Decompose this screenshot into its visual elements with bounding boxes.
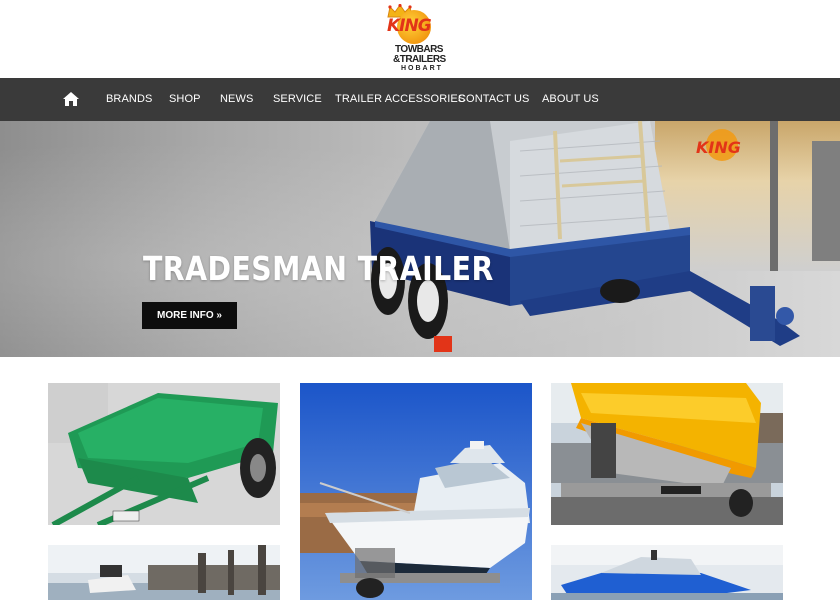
site-header: KING TOWBARS &TRAILERS HOBART: [0, 0, 840, 78]
nav-item-trailer-accessories[interactable]: TRAILER ACCESSORIES: [335, 78, 465, 121]
blue-boat-image[interactable]: [551, 545, 783, 600]
window-frame: [812, 141, 840, 261]
nav-item-shop[interactable]: SHOP: [169, 78, 201, 121]
more-info-button[interactable]: MORE INFO »: [142, 302, 237, 329]
yellow-boat-on-trailer-image[interactable]: [551, 383, 783, 525]
home-icon[interactable]: [63, 92, 79, 106]
white-boat-on-trailer-image[interactable]: [300, 383, 532, 600]
logo-king-text: KING: [387, 16, 432, 36]
main-navigation: BRANDS SHOP NEWS SERVICE TRAILER ACCESSO…: [0, 78, 840, 121]
tradesman-trailer-image: [370, 121, 800, 352]
nav-item-news[interactable]: NEWS: [220, 78, 253, 121]
nav-item-contact-us[interactable]: CONTACT US: [458, 78, 530, 121]
logo-trailers-text: &TRAILERS: [393, 54, 446, 65]
jetty-boats-image[interactable]: [48, 545, 280, 600]
hero-banner: KING TRADESMAN TRAILER MORE INFO »: [0, 121, 840, 357]
king-towbars-logo[interactable]: KING TOWBARS &TRAILERS HOBART: [383, 4, 453, 74]
logo-hobart-text: HOBART: [401, 65, 443, 72]
nav-item-about-us[interactable]: ABOUT US: [542, 78, 599, 121]
green-trailer-image[interactable]: [48, 383, 280, 525]
nav-item-service[interactable]: SERVICE: [273, 78, 322, 121]
nav-item-brands[interactable]: BRANDS: [106, 78, 152, 121]
hero-title: TRADESMAN TRAILER: [143, 249, 494, 288]
